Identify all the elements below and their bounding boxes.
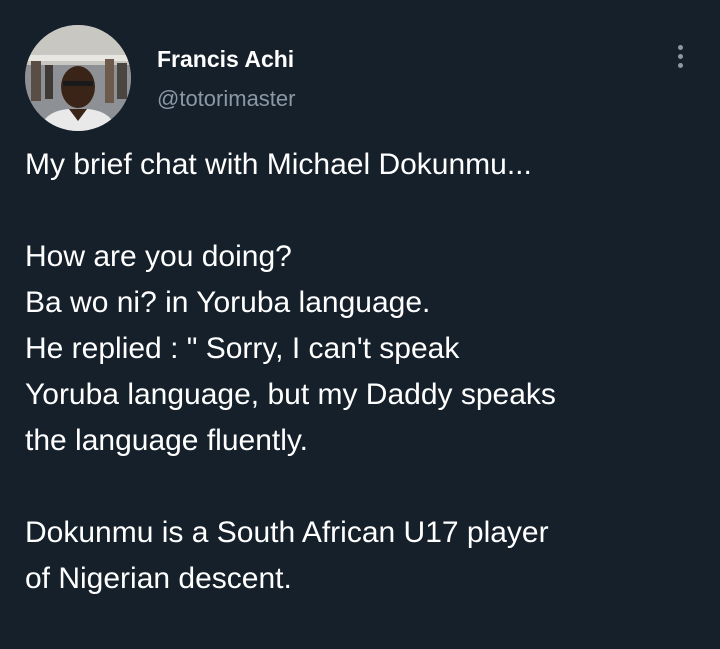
tweet-text: My brief chat with Michael Dokunmu... Ho… [25, 148, 556, 595]
author-display-name[interactable]: Francis Achi [157, 44, 294, 74]
more-vertical-icon [677, 44, 683, 50]
more-options-button[interactable] [664, 36, 696, 76]
author-handle[interactable]: @totorimaster [157, 84, 295, 114]
more-vertical-icon-dot [677, 53, 683, 59]
profile-photo-icon [25, 25, 131, 131]
more-vertical-icon-dot [677, 62, 683, 68]
avatar[interactable] [25, 25, 131, 131]
tweet-card: Francis Achi @totorimaster My brief chat… [0, 0, 720, 649]
